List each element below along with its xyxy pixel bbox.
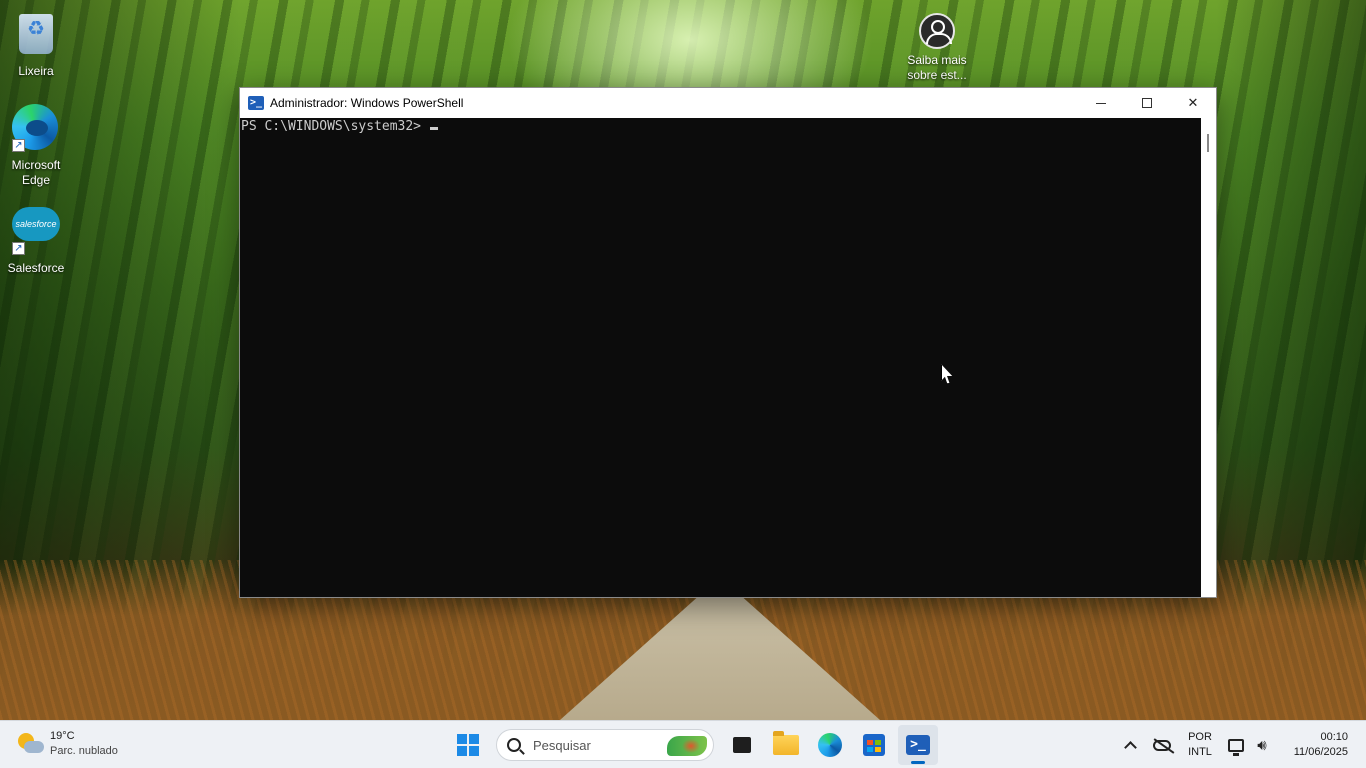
learn-more-icon (919, 13, 955, 49)
weather-condition: Parc. nublado (50, 745, 118, 757)
weather-temperature: 19°C (50, 730, 75, 742)
search-highlight-icon (667, 736, 707, 756)
store-button[interactable] (854, 725, 894, 765)
show-hidden-icons-button[interactable] (1114, 738, 1146, 754)
taskbar: 19°C Parc. nublado Pesquisar >_ POR INTL… (0, 720, 1366, 768)
salesforce-icon: salesforce ↗ (12, 207, 60, 255)
onedrive-button[interactable] (1146, 739, 1178, 751)
desktop-icon-learn-more[interactable]: Saiba mais sobre est... (901, 13, 973, 83)
search-input[interactable]: Pesquisar (496, 729, 714, 761)
system-tray: POR INTL 🔊︎ 00:10 11/06/2025 (1114, 721, 1366, 768)
powershell-icon: >_ (906, 735, 930, 755)
network-button[interactable] (1222, 738, 1250, 756)
search-icon (507, 738, 521, 752)
maximize-button[interactable] (1124, 88, 1170, 118)
text-cursor (429, 127, 438, 130)
desktop-icon-salesforce[interactable]: salesforce ↗ Salesforce (0, 200, 72, 276)
windows-icon (457, 734, 479, 756)
clock-time: 00:10 (1320, 731, 1348, 743)
onedrive-offline-icon (1153, 739, 1171, 751)
clock-date: 11/06/2025 (1293, 746, 1348, 758)
close-icon: ✕ (1187, 95, 1199, 110)
file-explorer-button[interactable] (766, 725, 806, 765)
minimize-icon (1096, 102, 1106, 104)
desktop-icon-recycle-bin[interactable]: Lixeira (0, 10, 72, 79)
desktop-icon-edge[interactable]: ↗ Microsoft Edge (0, 104, 72, 188)
window-title: Administrador: Windows PowerShell (270, 96, 464, 110)
network-icon (1228, 738, 1244, 756)
search-placeholder: Pesquisar (533, 737, 591, 753)
desktop-icon-label: Saiba mais sobre est... (907, 53, 967, 82)
shortcut-arrow-icon: ↗ (12, 242, 25, 255)
desktop-icon-label: Microsoft Edge (11, 158, 61, 187)
desktop-icon-label: Salesforce (7, 261, 65, 275)
start-button[interactable] (448, 725, 488, 765)
scrollbar-thumb[interactable] (1207, 134, 1209, 152)
input-language-button[interactable]: POR INTL (1178, 730, 1222, 760)
language-code: POR (1188, 731, 1212, 743)
edge-icon: ↗ (12, 104, 60, 152)
close-button[interactable]: ✕ (1170, 88, 1216, 118)
console-scrollbar[interactable] (1201, 118, 1216, 597)
powershell-taskbar-button[interactable]: >_ (898, 725, 938, 765)
clock-button[interactable]: 00:10 11/06/2025 (1274, 730, 1366, 760)
powershell-icon: >_ (248, 96, 264, 110)
maximize-icon (1142, 98, 1152, 108)
volume-button[interactable]: 🔊︎ (1250, 737, 1274, 754)
chevron-up-icon (1123, 741, 1137, 754)
volume-icon: 🔊︎ (1257, 736, 1267, 754)
keyboard-layout: INTL (1188, 746, 1212, 758)
partly-cloudy-icon (16, 731, 44, 757)
task-view-button[interactable] (722, 725, 762, 765)
powershell-window[interactable]: >_ Administrador: Windows PowerShell ✕ P… (239, 87, 1217, 598)
desktop-icon-label: Lixeira (18, 64, 54, 78)
console-area[interactable]: PS C:\WINDOWS\system32> (240, 118, 1201, 597)
edge-taskbar-button[interactable] (810, 725, 850, 765)
weather-widget[interactable]: 19°C Parc. nublado (16, 729, 118, 759)
folder-icon (773, 731, 799, 755)
shortcut-arrow-icon: ↗ (12, 139, 25, 152)
store-icon (863, 734, 885, 756)
taskbar-apps: Pesquisar >_ (446, 725, 940, 765)
window-titlebar[interactable]: >_ Administrador: Windows PowerShell ✕ (240, 88, 1216, 118)
recycle-bin-icon (12, 14, 60, 62)
minimize-button[interactable] (1078, 88, 1124, 118)
salesforce-logo: salesforce (12, 207, 60, 241)
console-prompt: PS C:\WINDOWS\system32> (241, 119, 429, 134)
edge-icon (818, 733, 842, 757)
task-view-icon (733, 733, 757, 753)
window-controls: ✕ (1078, 88, 1216, 118)
